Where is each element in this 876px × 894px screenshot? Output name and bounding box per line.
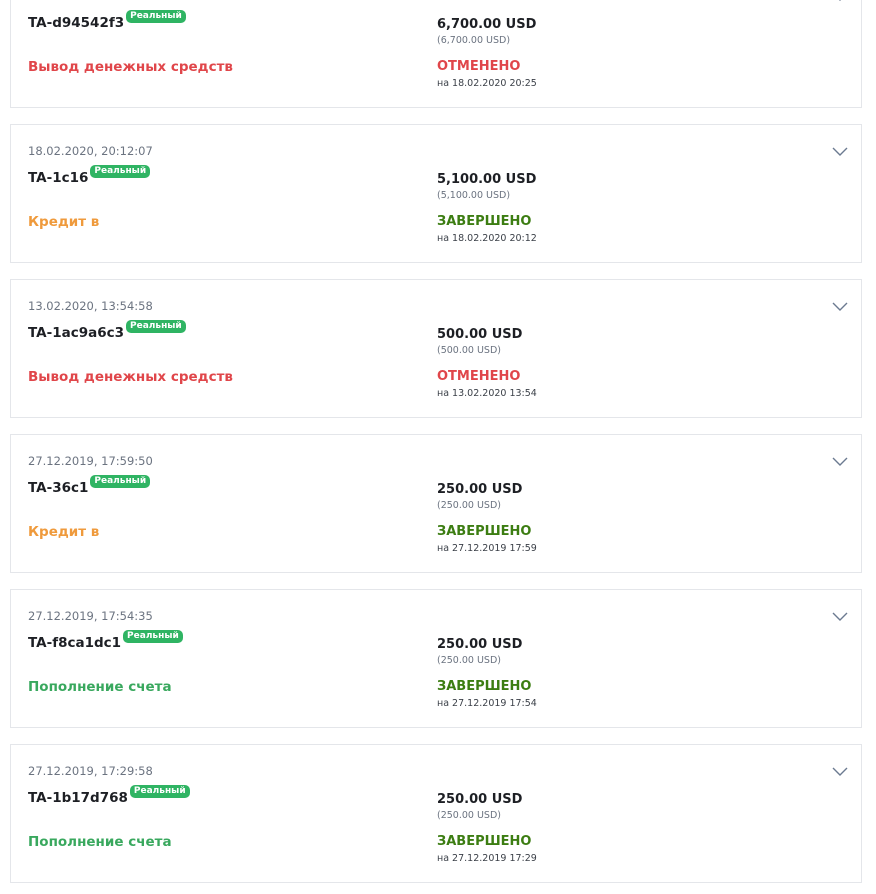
transaction-id-row: TA-f8ca1dc1 Реальный	[28, 630, 183, 651]
transaction-id-row: TA-1b17d768 Реальный	[28, 785, 190, 806]
status-date: на 13.02.2020 13:54	[437, 388, 537, 399]
status-badge: ЗАВЕРШЕНО	[437, 834, 532, 849]
transaction-type: Кредит в	[28, 214, 100, 230]
status-badge: ОТМЕНЕНО	[437, 59, 521, 74]
chevron-down-icon[interactable]	[830, 0, 850, 2]
transaction-card[interactable]: 18.02.2020, 20:12:07 TA-1c16 Реальный Кр…	[10, 124, 862, 263]
transaction-id: TA-1c16	[28, 170, 89, 186]
chevron-down-icon[interactable]	[830, 608, 850, 622]
transaction-id: TA-1ac9a6c3	[28, 325, 125, 341]
account-type-badge: Реальный	[90, 475, 151, 488]
status-badge: ЗАВЕРШЕНО	[437, 524, 532, 539]
account-type-badge: Реальный	[123, 630, 183, 643]
transaction-type: Вывод денежных средств	[28, 59, 233, 75]
transaction-id: TA-d94542f3	[28, 15, 125, 31]
transaction-date: 13.02.2020, 13:54:58	[28, 299, 153, 313]
transaction-card[interactable]: 27.12.2019, 17:54:35 TA-f8ca1dc1 Реальны…	[10, 589, 862, 728]
transaction-id-row: TA-d94542f3 Реальный	[28, 10, 186, 31]
transaction-date: 27.12.2019, 17:54:35	[28, 609, 153, 623]
transaction-id-row: TA-1ac9a6c3 Реальный	[28, 320, 186, 341]
chevron-down-icon[interactable]	[830, 453, 850, 467]
transaction-card[interactable]: 27.12.2019, 17:29:58 TA-1b17d768 Реальны…	[10, 744, 862, 883]
account-type-badge: Реальный	[129, 785, 190, 798]
chevron-down-icon[interactable]	[830, 298, 850, 312]
transaction-amount-converted: (5,100.00 USD)	[437, 190, 511, 201]
transaction-card[interactable]: 13.02.2020, 13:54:58 TA-1ac9a6c3 Реальны…	[10, 279, 862, 418]
transaction-date: 27.12.2019, 17:59:50	[28, 454, 153, 468]
chevron-down-icon[interactable]	[830, 143, 850, 157]
transaction-amount-converted: (250.00 USD)	[437, 655, 501, 666]
transaction-id-row: TA-36c1 Реальный	[28, 475, 151, 496]
status-badge: ЗАВЕРШЕНО	[437, 679, 532, 694]
transaction-amount: 250.00 USD	[437, 637, 523, 652]
transaction-card[interactable]: TA-d94542f3 Реальный Вывод денежных сред…	[10, 0, 862, 108]
transaction-amount: 6,700.00 USD	[437, 17, 537, 32]
account-type-badge: Реальный	[126, 10, 186, 23]
status-date: на 18.02.2020 20:25	[437, 78, 537, 89]
transaction-list: TA-d94542f3 Реальный Вывод денежных сред…	[0, 0, 876, 894]
chevron-down-icon[interactable]	[830, 763, 850, 777]
transaction-amount: 250.00 USD	[437, 482, 523, 497]
transaction-amount: 500.00 USD	[437, 327, 523, 342]
status-date: на 27.12.2019 17:29	[437, 853, 537, 864]
transaction-amount-converted: (250.00 USD)	[437, 500, 501, 511]
transaction-type: Кредит в	[28, 524, 100, 540]
transaction-amount-converted: (500.00 USD)	[437, 345, 501, 356]
transaction-date: 27.12.2019, 17:29:58	[28, 764, 153, 778]
transaction-date: 18.02.2020, 20:12:07	[28, 144, 153, 158]
transaction-amount-converted: (250.00 USD)	[437, 810, 501, 821]
transaction-id-row: TA-1c16 Реальный	[28, 165, 151, 186]
transaction-type: Пополнение счета	[28, 834, 172, 850]
status-date: на 27.12.2019 17:54	[437, 698, 537, 709]
account-type-badge: Реальный	[126, 320, 186, 333]
transaction-card[interactable]: 27.12.2019, 17:59:50 TA-36c1 Реальный Кр…	[10, 434, 862, 573]
account-type-badge: Реальный	[90, 165, 151, 178]
transaction-amount: 250.00 USD	[437, 792, 523, 807]
status-badge: ОТМЕНЕНО	[437, 369, 521, 384]
transaction-type: Вывод денежных средств	[28, 369, 233, 385]
status-date: на 18.02.2020 20:12	[437, 233, 537, 244]
status-badge: ЗАВЕРШЕНО	[437, 214, 532, 229]
transaction-id: TA-f8ca1dc1	[28, 635, 122, 651]
status-date: на 27.12.2019 17:59	[437, 543, 537, 554]
transaction-type: Пополнение счета	[28, 679, 172, 695]
transaction-amount-converted: (6,700.00 USD)	[437, 35, 511, 46]
transaction-id: TA-1b17d768	[28, 790, 128, 806]
transaction-amount: 5,100.00 USD	[437, 172, 537, 187]
transaction-id: TA-36c1	[28, 480, 89, 496]
